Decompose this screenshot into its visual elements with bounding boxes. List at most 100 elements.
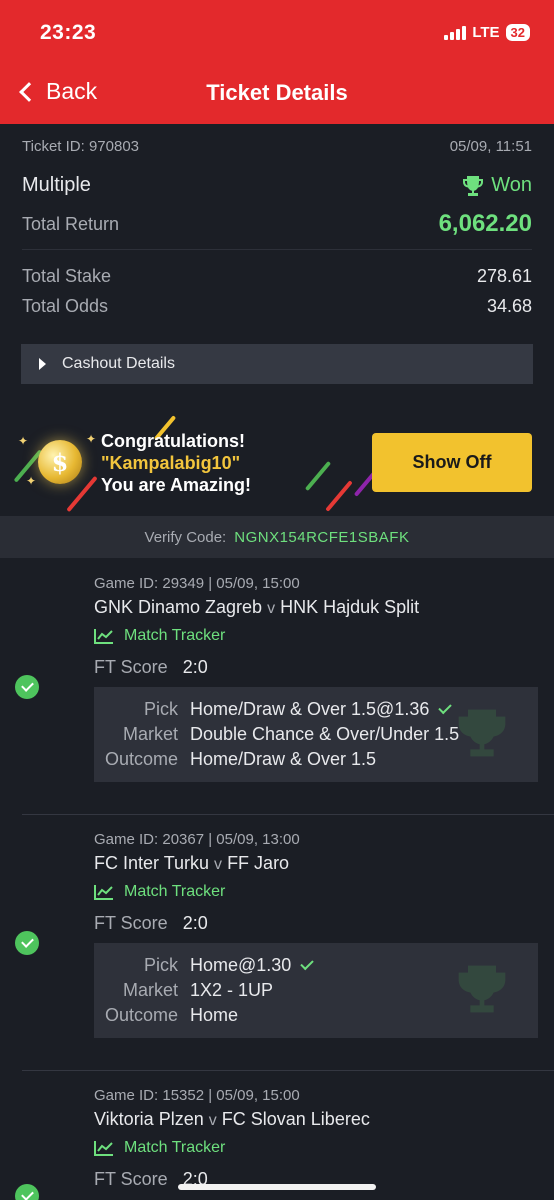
outcome-value: Home/Draw & Over 1.5 [190, 749, 377, 769]
away-team: FC Slovan Liberec [221, 1109, 370, 1129]
ticket-status-label: Won [491, 174, 532, 196]
ticket-type: Multiple [22, 174, 91, 196]
ft-score: FT Score 2:0 [94, 657, 208, 678]
outcome-label: Outcome [104, 749, 178, 769]
pick-details: Pick Home/Draw & Over 1.5@1.36 Market Do… [94, 687, 538, 782]
congrats-line: You are Amazing! [101, 475, 252, 495]
game-teams: FC Inter Turku v FF Jaro [94, 853, 289, 874]
ticket-status: Won [461, 174, 532, 197]
ticket-type-row: Multiple Won [22, 174, 532, 197]
ft-score-value: 2:0 [182, 657, 208, 677]
game-item: Game ID: 29349 | 05/09, 15:00 GNK Dinamo… [0, 575, 554, 815]
match-tracker-link[interactable]: Match Tracker [94, 1139, 225, 1157]
check-circle-icon [15, 675, 39, 699]
check-icon [300, 956, 315, 971]
ticket-id: Ticket ID: 970803 [22, 138, 140, 155]
pick-row: Pick Home/Draw & Over 1.5@1.36 [94, 699, 538, 720]
total-return-row: Total Return 6,062.20 [22, 210, 532, 238]
total-stake-row: Total Stake 278.61 [22, 266, 532, 287]
total-stake-label: Total Stake [22, 266, 112, 286]
verify-label: Verify Code: [144, 528, 227, 546]
outcome-value: Home [190, 1005, 239, 1025]
home-team: GNK Dinamo Zagreb [94, 597, 263, 617]
game-id: Game ID: 15352 | 05/09, 15:00 [94, 1087, 300, 1104]
confetti-streak [66, 475, 98, 513]
pick-details: Pick Home@1.30 Market 1X2 - 1UP Outcome … [94, 943, 538, 1038]
game-teams: Viktoria Plzen v FC Slovan Liberec [94, 1109, 370, 1130]
pick-value: Home@1.30 [178, 955, 315, 976]
network-type: LTE [472, 24, 500, 41]
total-stake-value: 278.61 [476, 266, 532, 286]
market-label: Market [122, 980, 178, 1000]
sparkle-icon: ✦ [26, 474, 37, 488]
verify-code[interactable]: NGNX154RCFE1SBAFK [234, 529, 409, 546]
outcome-label: Outcome [104, 1005, 178, 1025]
chart-line-icon [94, 629, 113, 644]
sparkle-icon: ✦ [86, 432, 97, 446]
pick-label: Pick [143, 699, 178, 719]
congrats-message: Congratulations! "Kampalabig10" You are … [101, 430, 251, 496]
home-indicator[interactable] [178, 1184, 376, 1190]
game-item: Game ID: 20367 | 05/09, 13:00 FC Inter T… [0, 831, 554, 1071]
outcome-row: Outcome Home [94, 1005, 538, 1026]
ft-score-label: FT Score [94, 913, 168, 933]
market-value: Double Chance & Over/Under 1.5 [190, 724, 460, 744]
divider [22, 814, 554, 815]
caret-right-icon [39, 358, 46, 370]
game-id: Game ID: 29349 | 05/09, 15:00 [94, 575, 300, 592]
status-indicators: LTE 32 [444, 24, 530, 41]
versus-label: v [214, 856, 223, 873]
versus-label: v [267, 600, 276, 617]
market-row: Market 1X2 - 1UP [94, 980, 538, 1001]
confetti-streak [325, 480, 353, 512]
match-tracker-link[interactable]: Match Tracker [94, 627, 225, 645]
game-teams: GNK Dinamo Zagreb v HNK Hajduk Split [94, 597, 419, 618]
pick-row: Pick Home@1.30 [94, 955, 538, 976]
pick-text: Home/Draw & Over 1.5@1.36 [190, 699, 430, 719]
game-id: Game ID: 20367 | 05/09, 13:00 [94, 831, 300, 848]
coin-icon: $ [38, 440, 82, 484]
cashout-details-toggle[interactable]: Cashout Details [21, 344, 533, 384]
total-return-value: 6,062.20 [438, 210, 532, 237]
total-odds-value: 34.68 [486, 296, 532, 316]
total-odds-label: Total Odds [22, 296, 109, 316]
ft-score-value: 2:0 [182, 913, 208, 933]
signal-icon [444, 25, 467, 40]
header-bar: 23:23 LTE 32 Back Ticket Details [0, 0, 554, 124]
chart-line-icon [94, 885, 113, 900]
pick-label: Pick [143, 955, 178, 975]
versus-label: v [208, 1112, 217, 1129]
ticket-datetime: 05/09, 11:51 [449, 138, 532, 155]
away-team: HNK Hajduk Split [280, 597, 420, 617]
congrats-username: "Kampalabig10" [101, 453, 241, 473]
battery-icon: 32 [505, 24, 530, 41]
page-title: Ticket Details [206, 80, 348, 105]
trophy-icon [463, 175, 484, 196]
away-team: FF Jaro [227, 853, 290, 873]
check-icon [438, 700, 453, 715]
match-tracker-link[interactable]: Match Tracker [94, 883, 225, 901]
market-row: Market Double Chance & Over/Under 1.5 [94, 724, 538, 745]
pick-text: Home@1.30 [190, 955, 292, 975]
match-tracker-label: Match Tracker [124, 1139, 226, 1156]
ft-score-label: FT Score [94, 657, 168, 677]
verify-code-row: Verify Code: NGNX154RCFE1SBAFK [0, 516, 554, 558]
chart-line-icon [94, 1141, 113, 1156]
congrats-line: Congratulations! [101, 431, 245, 451]
status-time: 23:23 [40, 21, 97, 44]
cashout-label: Cashout Details [62, 355, 175, 372]
show-off-button[interactable]: Show Off [372, 433, 532, 492]
check-circle-icon [15, 931, 39, 955]
ft-score-label: FT Score [94, 1169, 168, 1189]
total-return-label: Total Return [22, 213, 120, 234]
ticket-meta-row: Ticket ID: 970803 05/09, 11:51 [22, 138, 532, 155]
total-odds-row: Total Odds 34.68 [22, 296, 532, 317]
check-circle-icon [15, 1184, 39, 1200]
match-tracker-label: Match Tracker [124, 627, 226, 644]
market-label: Market [122, 724, 178, 744]
pick-value: Home/Draw & Over 1.5@1.36 [178, 699, 453, 720]
confetti-streak [304, 460, 332, 492]
ft-score: FT Score 2:0 [94, 913, 208, 934]
divider [22, 1070, 554, 1071]
match-tracker-label: Match Tracker [124, 883, 226, 900]
